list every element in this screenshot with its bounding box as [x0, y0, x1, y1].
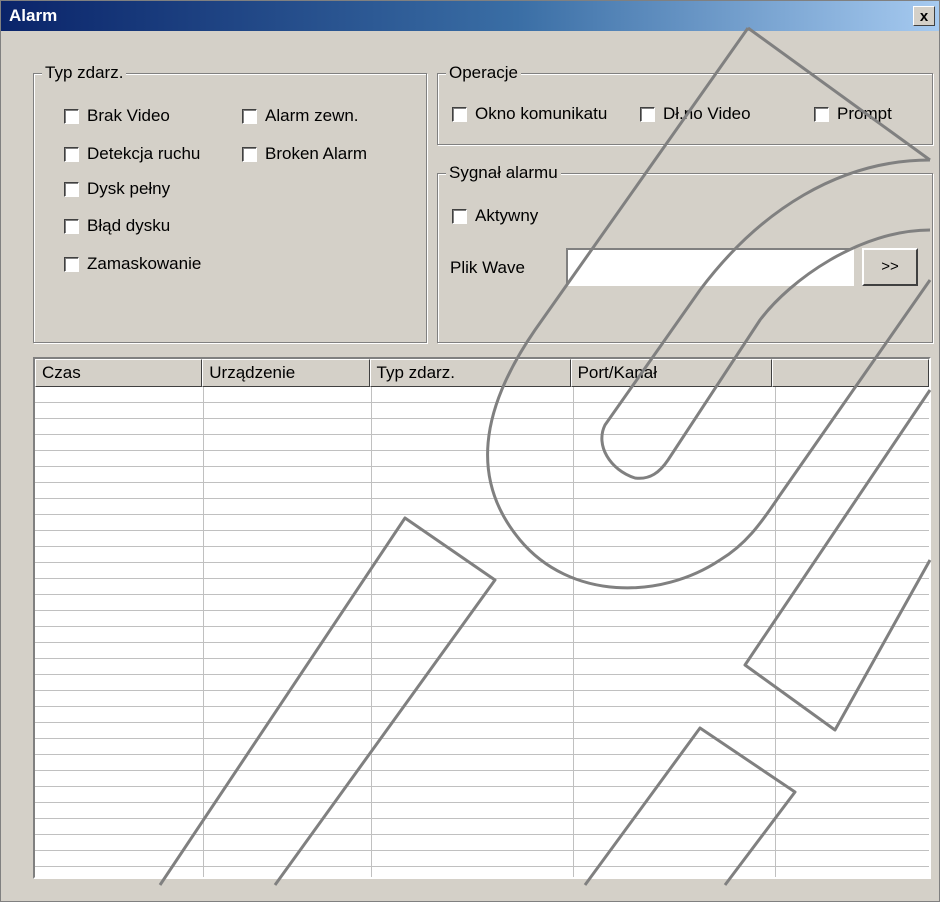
- checkbox-label: Detekcja ruchu: [87, 144, 201, 163]
- checkbox-box[interactable]: [64, 256, 79, 272]
- checkbox-box[interactable]: [64, 146, 79, 162]
- checkbox-box[interactable]: [814, 106, 829, 122]
- checkbox-box[interactable]: [452, 106, 467, 122]
- checkbox-alarm-zewn[interactable]: Alarm zewn.: [242, 106, 359, 126]
- close-icon: x: [919, 8, 929, 25]
- checkbox-box[interactable]: [64, 218, 79, 234]
- operations-legend: Operacje: [446, 63, 521, 83]
- checkbox-prompt[interactable]: Prompt: [814, 104, 892, 124]
- checkbox-zamaskowanie[interactable]: Zamaskowanie: [64, 254, 201, 274]
- checkbox-label: Błąd dysku: [87, 216, 171, 235]
- table-rows[interactable]: [35, 387, 929, 877]
- operations-group: Operacje Okno komunikatu Dł.no Video Pro…: [437, 63, 933, 145]
- column-header-czas[interactable]: Czas: [35, 359, 203, 387]
- checkbox-dl-no-video[interactable]: Dł.no Video: [640, 104, 751, 124]
- checkbox-box[interactable]: [64, 181, 79, 197]
- column-divider: [573, 387, 574, 877]
- checkbox-aktywny[interactable]: Aktywny: [452, 206, 538, 226]
- browse-button[interactable]: >>: [862, 248, 918, 286]
- event-type-group: Typ zdarz. Brak Video Alarm zewn. Detekc…: [33, 63, 427, 343]
- column-header-empty[interactable]: [771, 359, 929, 387]
- checkbox-label: Zamaskowanie: [87, 254, 202, 273]
- column-header-typ-zdarz[interactable]: Typ zdarz.: [369, 359, 571, 387]
- wave-file-input[interactable]: [566, 248, 854, 286]
- checkbox-label: Aktywny: [475, 206, 539, 225]
- checkbox-box[interactable]: [64, 108, 79, 124]
- column-header-port-kanal[interactable]: Port/Kanał: [570, 359, 772, 387]
- alarm-signal-legend: Sygnał alarmu: [446, 163, 561, 183]
- alarm-signal-group: Sygnał alarmu Aktywny Plik Wave >>: [437, 163, 933, 343]
- checkbox-okno-komunikatu[interactable]: Okno komunikatu: [452, 104, 607, 124]
- event-type-legend: Typ zdarz.: [42, 63, 127, 83]
- column-header-urzadzenie[interactable]: Urządzenie: [202, 359, 370, 387]
- checkbox-broken-alarm[interactable]: Broken Alarm: [242, 144, 367, 164]
- checkbox-label: Brak Video: [87, 106, 170, 125]
- checkbox-label: Dysk pełny: [87, 179, 171, 198]
- checkbox-dysk-pelny[interactable]: Dysk pełny: [64, 179, 170, 199]
- checkbox-label: Broken Alarm: [265, 144, 368, 163]
- checkbox-label: Okno komunikatu: [475, 104, 608, 123]
- checkbox-blad-dysku[interactable]: Błąd dysku: [64, 216, 170, 236]
- title-bar[interactable]: Alarm x: [1, 1, 939, 31]
- checkbox-box[interactable]: [452, 208, 467, 224]
- checkbox-label: Prompt: [837, 104, 892, 123]
- close-button[interactable]: x: [913, 6, 935, 26]
- checkbox-box[interactable]: [242, 108, 257, 124]
- window-title: Alarm: [9, 6, 58, 25]
- checkbox-brak-video[interactable]: Brak Video: [64, 106, 170, 126]
- checkbox-label: Alarm zewn.: [265, 106, 359, 125]
- table-header: Czas Urządzenie Typ zdarz. Port/Kanał: [35, 359, 929, 387]
- events-table[interactable]: Czas Urządzenie Typ zdarz. Port/Kanał: [33, 357, 931, 879]
- column-divider: [775, 387, 776, 877]
- checkbox-box[interactable]: [640, 106, 655, 122]
- checkbox-box[interactable]: [242, 146, 257, 162]
- column-divider: [203, 387, 204, 877]
- checkbox-label: Dł.no Video: [663, 104, 751, 123]
- column-divider: [371, 387, 372, 877]
- alarm-window: Alarm x Typ zdarz. Brak Video Alarm zewn…: [0, 0, 940, 902]
- wave-file-label: Plik Wave: [450, 258, 525, 277]
- checkbox-detekcja-ruchu[interactable]: Detekcja ruchu: [64, 144, 200, 164]
